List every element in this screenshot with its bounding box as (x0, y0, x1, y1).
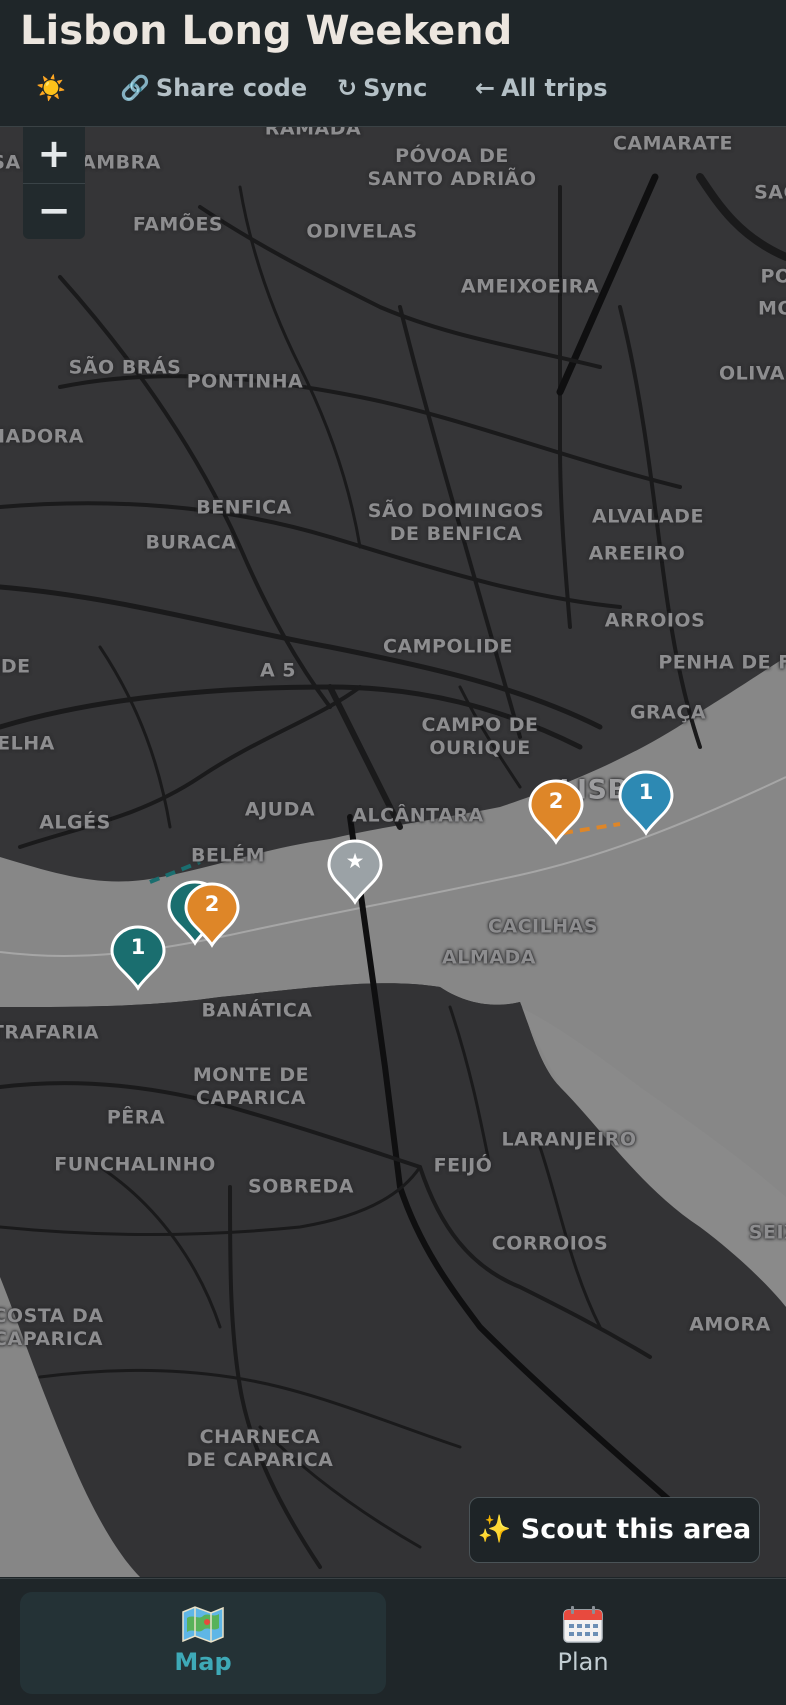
scout-area-button[interactable]: ✨ Scout this area (469, 1497, 760, 1563)
refresh-icon: ↻ (337, 74, 358, 102)
marker-label: 1 (130, 935, 146, 959)
link-icon: 🔗 (120, 74, 150, 102)
theme-toggle-button[interactable]: ☀️ (36, 70, 66, 106)
star-icon: ★ (345, 849, 365, 873)
map-marker-star[interactable]: ★ (326, 839, 384, 905)
map-view[interactable]: + − RAMADA PÓVOA DE SANTO ADRIÃO CAMARATE S… (0, 127, 786, 1577)
zoom-out-button[interactable]: − (23, 183, 85, 240)
bottom-navigation: Map Plan (0, 1578, 786, 1705)
sync-label: Sync (363, 74, 428, 102)
calendar-icon (563, 1606, 603, 1643)
map-basemap (0, 127, 786, 1577)
share-code-button[interactable]: 🔗 Share code (120, 70, 307, 106)
toolbar: ☀️ 🔗 Share code ↻ Sync ← All trips (0, 70, 786, 110)
marker-label: 1 (638, 780, 654, 804)
map-marker-orange-2[interactable]: 2 (527, 779, 585, 845)
trip-title: Lisbon Long Weekend (20, 8, 513, 54)
share-code-label: Share code (155, 74, 308, 102)
sync-button[interactable]: ↻ Sync (337, 70, 427, 106)
marker-label: 2 (548, 789, 564, 813)
tab-plan-label: Plan (557, 1648, 609, 1676)
tab-map-label: Map (174, 1648, 232, 1676)
marker-label: 2 (204, 892, 220, 916)
all-trips-button[interactable]: ← All trips (475, 70, 608, 106)
map-marker-teal-1[interactable]: 1 (109, 925, 167, 991)
zoom-controls: + − (23, 127, 85, 239)
app-header: Lisbon Long Weekend ☀️ 🔗 Share code ↻ Sync… (0, 0, 786, 127)
zoom-in-button[interactable]: + (23, 127, 85, 183)
sun-icon: ☀️ (36, 74, 66, 102)
all-trips-label: All trips (501, 74, 608, 102)
map-icon (182, 1606, 224, 1643)
back-arrow-icon: ← (475, 74, 496, 102)
map-marker-orange-2-belem[interactable]: 2 (183, 882, 241, 948)
tab-plan[interactable]: Plan (400, 1592, 766, 1694)
map-marker-blue-1[interactable]: 1 (617, 770, 675, 836)
tab-map[interactable]: Map (20, 1592, 386, 1694)
